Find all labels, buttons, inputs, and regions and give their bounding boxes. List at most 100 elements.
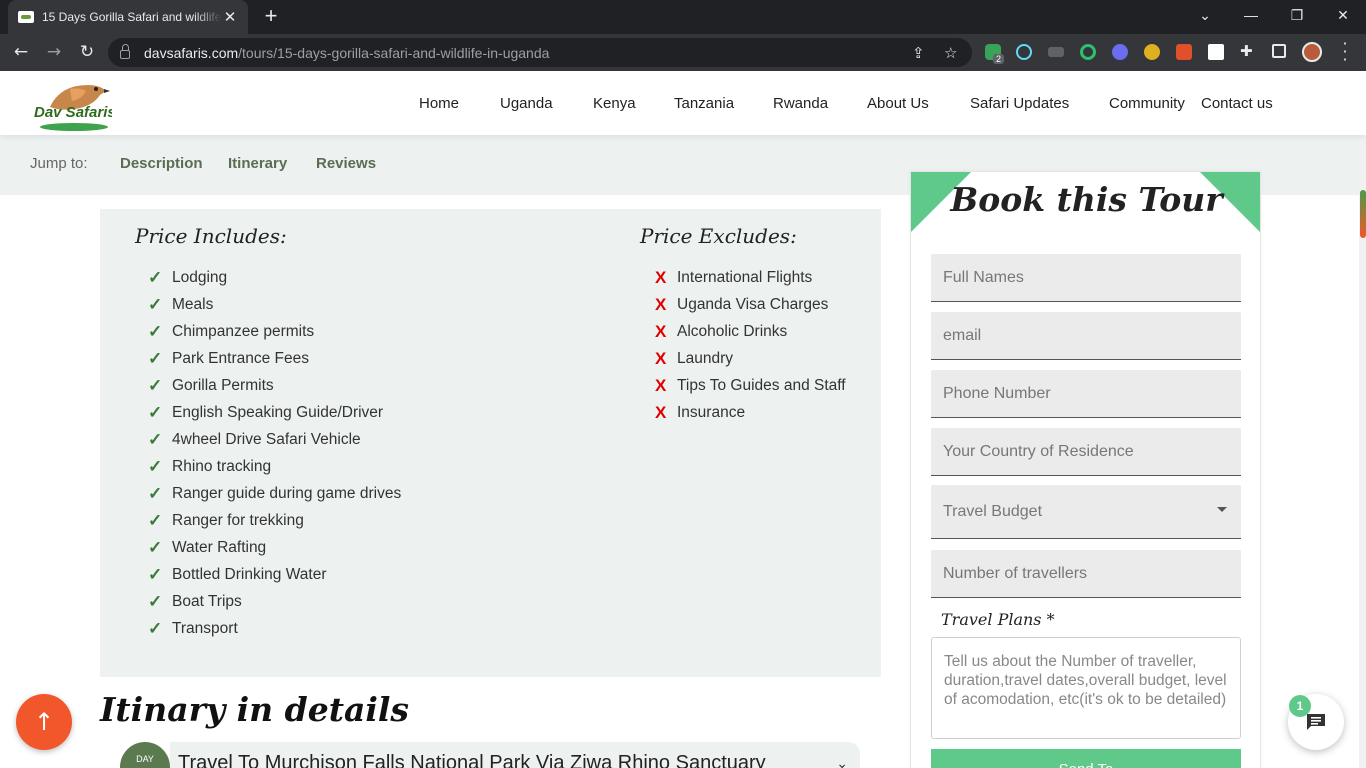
phone-input[interactable] xyxy=(943,384,1229,403)
note-extension-icon[interactable] xyxy=(1208,44,1224,60)
color-extension-icon[interactable] xyxy=(1144,44,1160,60)
email-input[interactable] xyxy=(943,326,1229,345)
browser-tabbar: 15 Days Gorilla Safari and wildlife in U… xyxy=(0,0,1366,34)
exclude-item: Tips To Guides and Staff xyxy=(677,376,846,394)
list-item: ✓ English Speaking Guide/Driver xyxy=(148,399,401,426)
price-includes-heading: Price Includes: xyxy=(135,224,287,248)
fire-extension-icon[interactable] xyxy=(1176,44,1192,60)
country-field[interactable] xyxy=(931,428,1241,476)
include-item: Lodging xyxy=(172,268,228,286)
list-item: ✓ Gorilla Permits xyxy=(148,372,401,399)
new-tab-plus-icon[interactable]: + xyxy=(260,3,282,28)
lock-icon[interactable] xyxy=(120,44,130,59)
scroll-top-button[interactable]: ↑ xyxy=(16,694,72,750)
include-item: Ranger guide during game drives xyxy=(172,484,402,502)
target-extension-icon[interactable] xyxy=(1080,44,1096,60)
include-item: Water Rafting xyxy=(172,538,267,556)
full-names-field[interactable] xyxy=(931,254,1241,302)
itinerary-title: Itinary in details xyxy=(100,690,410,729)
include-item: Meals xyxy=(172,295,214,313)
list-item: ✓ Lodging xyxy=(148,264,401,291)
list-item: ✓ Meals xyxy=(148,291,401,318)
list-item: ✓ Boat Trips xyxy=(148,588,401,615)
page-scrollbar[interactable] xyxy=(1359,71,1366,768)
puzzle-extensions-icon[interactable]: ✚ xyxy=(1240,42,1256,60)
tab-title: 15 Days Gorilla Safari and wildlife in U… xyxy=(42,10,222,24)
jump-link-itinerary[interactable]: Itinerary xyxy=(228,155,287,172)
site-header: Dav Safaris Home Uganda Kenya Tanzania R… xyxy=(0,71,1366,135)
dav-safaris-logo[interactable]: Dav Safaris xyxy=(30,77,112,133)
nav-kenya[interactable]: Kenya xyxy=(593,95,636,112)
check-icon: ✓ xyxy=(148,591,163,611)
browser-tab[interactable]: 15 Days Gorilla Safari and wildlife in U… xyxy=(8,0,248,34)
country-input[interactable] xyxy=(943,442,1229,461)
react-devtools-icon[interactable] xyxy=(1016,44,1032,60)
nav-community[interactable]: Community xyxy=(1109,95,1185,112)
tab-search-chevron-icon[interactable]: ⌄ xyxy=(1182,0,1228,30)
forward-arrow-icon[interactable]: → xyxy=(41,39,67,65)
itinerary-day-row[interactable]: Travel To Murchison Falls National Park … xyxy=(170,742,860,768)
minimize-icon[interactable]: — xyxy=(1228,0,1274,30)
travellers-field[interactable] xyxy=(931,550,1241,598)
nav-uganda[interactable]: Uganda xyxy=(500,95,553,112)
gear-extension-icon[interactable] xyxy=(1112,44,1128,60)
window-close-icon[interactable]: ✕ xyxy=(1320,0,1366,30)
logo-text: Dav Safaris xyxy=(34,104,112,121)
list-item: ✓ Transport xyxy=(148,615,401,642)
jump-link-reviews[interactable]: Reviews xyxy=(316,155,376,172)
email-field[interactable] xyxy=(931,312,1241,360)
restore-icon[interactable]: ❐ xyxy=(1274,0,1320,30)
check-icon: ✓ xyxy=(148,267,163,287)
profile-avatar[interactable] xyxy=(1302,42,1322,62)
nav-contact-us[interactable]: Contact us xyxy=(1201,95,1273,112)
nav-rwanda[interactable]: Rwanda xyxy=(773,95,828,112)
list-item: ✓ 4wheel Drive Safari Vehicle xyxy=(148,426,401,453)
url-path: /tours/15-days-gorilla-safari-and-wildli… xyxy=(238,44,550,61)
full-names-input[interactable] xyxy=(943,268,1229,287)
list-item: ✓ Park Entrance Fees xyxy=(148,345,401,372)
menu-dots-icon[interactable]: · · · xyxy=(1336,36,1354,68)
travel-plans-textarea[interactable]: Tell us about the Number of traveller, d… xyxy=(931,637,1241,739)
jump-link-description[interactable]: Description xyxy=(120,155,203,172)
phone-field[interactable] xyxy=(931,370,1241,418)
include-item: Gorilla Permits xyxy=(172,376,274,394)
address-bar[interactable]: davsafaris.com/tours/15-days-gorilla-saf… xyxy=(108,38,972,67)
check-icon: ✓ xyxy=(148,348,163,368)
price-excludes-heading: Price Excludes: xyxy=(640,224,797,248)
chat-icon xyxy=(1307,714,1325,730)
include-item: English Speaking Guide/Driver xyxy=(172,403,384,421)
close-icon[interactable]: ✕ xyxy=(222,9,238,26)
include-item: Ranger for trekking xyxy=(172,511,304,529)
list-item: ✓ Ranger for trekking xyxy=(148,507,401,534)
reload-icon[interactable]: ↻ xyxy=(74,39,100,65)
list-item: ✓ Rhino tracking xyxy=(148,453,401,480)
send-button[interactable]: Send To xyxy=(931,749,1241,768)
bookmark-star-icon[interactable]: ☆ xyxy=(944,44,957,62)
include-item: Transport xyxy=(172,619,238,637)
cross-icon: X xyxy=(655,348,667,368)
travel-budget-select[interactable]: Travel Budget xyxy=(931,485,1241,539)
dropdown-arrow-icon xyxy=(1217,507,1227,512)
nav-about-us[interactable]: About Us xyxy=(867,95,929,112)
cross-icon: X xyxy=(655,321,667,341)
back-arrow-icon[interactable]: ← xyxy=(8,39,34,65)
extension-icon[interactable] xyxy=(1048,47,1064,57)
nav-tanzania[interactable]: Tanzania xyxy=(674,95,734,112)
check-icon: ✓ xyxy=(148,537,163,557)
include-item: Boat Trips xyxy=(172,592,242,610)
list-item: X Alcoholic Drinks xyxy=(655,318,846,345)
exclude-item: International Flights xyxy=(677,268,813,286)
travellers-input[interactable] xyxy=(943,564,1229,583)
nav-safari-updates[interactable]: Safari Updates xyxy=(970,95,1069,112)
check-icon: ✓ xyxy=(148,483,163,503)
scrollbar-thumb[interactable] xyxy=(1360,190,1366,238)
share-icon[interactable]: ⇪ xyxy=(912,44,925,62)
nav-home[interactable]: Home xyxy=(419,95,459,112)
side-panel-icon[interactable] xyxy=(1272,44,1286,58)
list-item: X International Flights xyxy=(655,264,846,291)
itinerary-day-title: Travel To Murchison Falls National Park … xyxy=(178,752,766,768)
exclude-item: Uganda Visa Charges xyxy=(677,295,829,313)
check-icon: ✓ xyxy=(148,375,163,395)
check-icon: ✓ xyxy=(148,456,163,476)
cross-icon: X xyxy=(655,294,667,314)
